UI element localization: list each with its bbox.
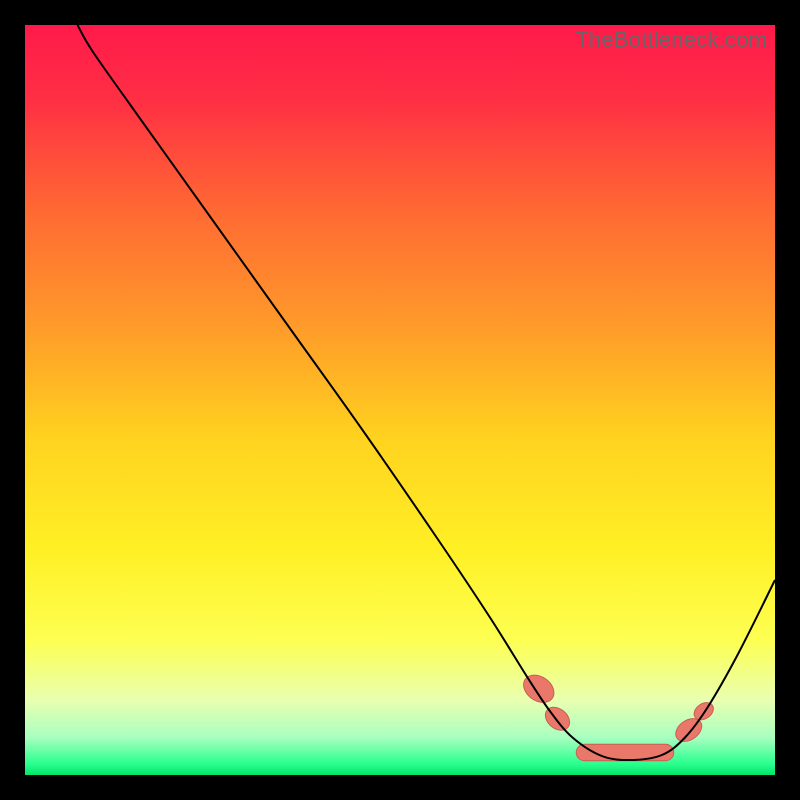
watermark-text: TheBottleneck.com <box>575 27 767 53</box>
chart-svg <box>25 25 775 775</box>
chart-frame: TheBottleneck.com <box>25 25 775 775</box>
gradient-background <box>25 25 775 775</box>
